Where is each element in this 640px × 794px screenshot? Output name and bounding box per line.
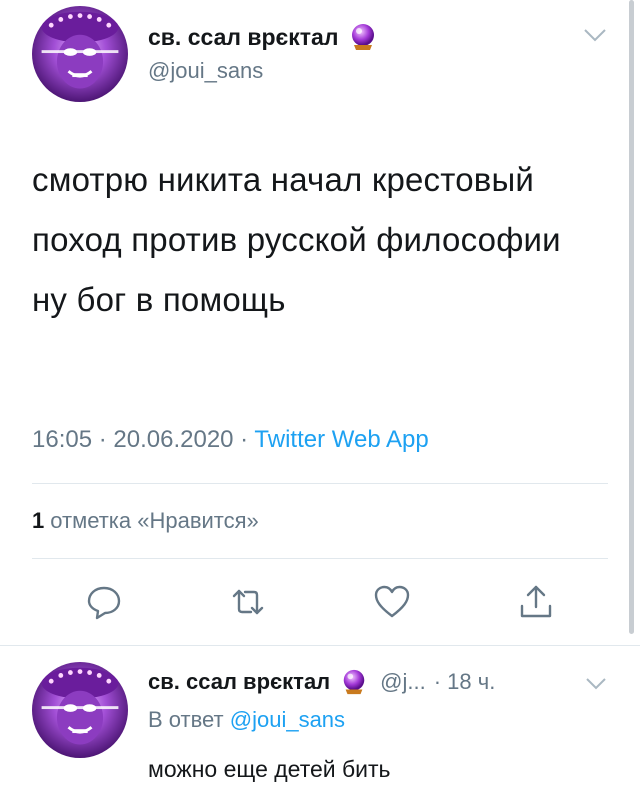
tweet-source-link[interactable]: Twitter Web App (254, 426, 428, 453)
tweet-page: св. ссал врєктал @joui_sans смотрю никит… (0, 0, 640, 794)
tweet-date: 20.06.2020 (113, 426, 234, 453)
reply-text: можно еще детей бить (148, 756, 391, 782)
reply-time[interactable]: · 18 ч. (434, 669, 496, 695)
reply-header: св. ссал врєктал @j... · 18 ч. (148, 668, 618, 696)
heart-icon[interactable] (372, 582, 412, 622)
divider (32, 483, 608, 484)
chevron-down-icon[interactable] (584, 676, 608, 692)
chevron-down-icon[interactable] (582, 26, 608, 44)
likes-count[interactable]: 1 отметка «Нравится» (32, 508, 259, 534)
crystal-ball-icon (340, 668, 368, 696)
share-icon[interactable] (516, 582, 556, 622)
author-avatar[interactable] (32, 6, 128, 102)
reply-author-handle[interactable]: @j... (380, 669, 426, 695)
author-display-name[interactable]: св. ссал врєктал (148, 22, 378, 52)
divider (32, 558, 608, 559)
reply-to-prefix: В ответ (148, 707, 230, 732)
crystal-ball-icon (348, 22, 378, 52)
tweet-separator (0, 645, 640, 646)
retweet-icon[interactable] (228, 582, 268, 622)
tweet-time: 16:05 (32, 426, 93, 453)
reply-to-line: В ответ @joui_sans (148, 707, 345, 733)
meta-separator: · (233, 426, 255, 453)
scrollbar[interactable] (629, 0, 634, 634)
author-handle[interactable]: @joui_sans (148, 58, 263, 84)
reply-author-name[interactable]: св. ссал врєктал (148, 669, 330, 695)
reply-mention-link[interactable]: @joui_sans (230, 707, 345, 732)
author-name-text: св. ссал врєктал (148, 23, 339, 50)
reply-icon[interactable] (84, 582, 124, 622)
reply-author-avatar[interactable] (32, 662, 128, 758)
meta-separator: · (92, 426, 114, 453)
tweet-meta: 16:05 · 20.06.2020 · Twitter Web App (32, 426, 429, 454)
tweet-text: смотрю никита начал крестовый поход прот… (32, 161, 561, 318)
likes-number: 1 (32, 508, 45, 533)
likes-label: отметка «Нравится» (50, 508, 259, 533)
